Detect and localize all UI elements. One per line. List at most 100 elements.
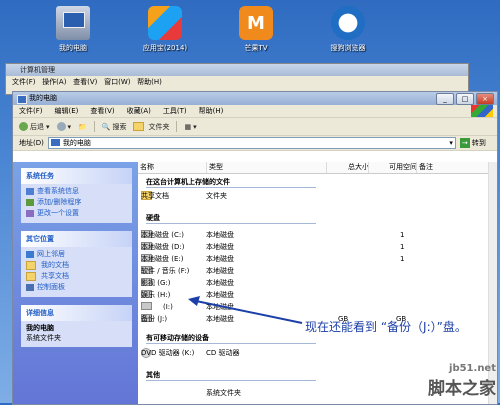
back-arrow-icon	[19, 122, 28, 131]
panel-title[interactable]: 系统任务	[21, 168, 132, 184]
group-header-hard-drives: 硬盘	[146, 214, 160, 222]
group-divider	[146, 187, 316, 188]
annotation-text: 现在还能看到 “备份（J:）”盘。	[305, 320, 467, 334]
drive-row[interactable]: 本地磁盘 (E:) 本地磁盘 1	[138, 254, 497, 264]
column-type[interactable]: 类型	[206, 162, 327, 173]
views-button[interactable]: ▦ ▾	[184, 123, 196, 131]
menu-view[interactable]: 查看(V)	[73, 78, 97, 86]
column-free-space[interactable]: 可用空间	[368, 162, 417, 173]
chevron-down-icon: ▾	[67, 122, 72, 131]
content-area: 系统任务 查看系统信息 添加/删除程序 更改一个设置 其它位置 网上邻居 我的文…	[13, 162, 497, 404]
separator	[93, 121, 95, 132]
list-item[interactable]: 共享文档 文件夹	[138, 191, 497, 201]
back-button[interactable]: 后退 ▾	[19, 122, 50, 132]
column-name[interactable]: 名称	[138, 162, 206, 173]
maximize-button[interactable]: □	[456, 93, 474, 105]
column-comments[interactable]: 备注	[416, 162, 479, 173]
settings-icon	[26, 210, 34, 217]
drive-row[interactable]: (I:) 本地磁盘	[138, 302, 497, 312]
separator	[176, 121, 178, 132]
menu-tools[interactable]: 工具(T)	[163, 105, 187, 117]
group-divider	[146, 223, 316, 224]
place-network[interactable]: 网上邻居	[26, 249, 127, 260]
folder-up-icon: 📁	[78, 122, 87, 131]
search-button[interactable]: 🔍 搜索	[102, 122, 127, 132]
task-pane: 系统任务 查看系统信息 添加/删除程序 更改一个设置 其它位置 网上邻居 我的文…	[13, 162, 138, 404]
mango-tv-icon	[239, 6, 273, 40]
drive-row[interactable]: 娱乐 (H:) 本地磁盘	[138, 290, 497, 300]
place-my-documents[interactable]: 我的文档	[26, 260, 127, 271]
task-add-remove-programs[interactable]: 添加/删除程序	[26, 197, 127, 208]
programs-icon	[26, 199, 34, 206]
group-header-removable: 有可移动存储的设备	[146, 334, 209, 342]
computer-icon	[17, 95, 27, 104]
menu-window[interactable]: 窗口(W)	[104, 78, 130, 86]
close-button[interactable]: ×	[476, 93, 494, 105]
address-label: 地址(D)	[19, 139, 44, 147]
computer-icon	[56, 6, 90, 40]
search-icon: 🔍	[101, 122, 111, 131]
title-bar[interactable]: 我的电脑 _ □ ×	[13, 92, 497, 105]
task-change-setting[interactable]: 更改一个设置	[26, 208, 127, 219]
menu-view[interactable]: 查看(V)	[90, 105, 114, 117]
address-input[interactable]: 我的电脑 ▾	[47, 137, 456, 149]
folder-icon	[26, 261, 36, 270]
group-divider	[146, 380, 316, 381]
network-icon	[26, 251, 34, 258]
column-header-row: 名称 类型 总大小 可用空间 备注	[138, 162, 497, 174]
drive-row[interactable]: 影视 (G:) 本地磁盘	[138, 278, 497, 288]
desktop-icon-app-store[interactable]: 应用宝(2014)	[130, 6, 200, 53]
drive-row[interactable]: 本地磁盘 (D:) 本地磁盘 1	[138, 242, 497, 252]
menu-file[interactable]: 文件(F)	[12, 78, 36, 86]
group-header-stored: 在这台计算机上存储的文件	[146, 178, 230, 186]
system-tasks-panel: 系统任务 查看系统信息 添加/删除程序 更改一个设置	[21, 168, 132, 223]
info-icon	[26, 188, 34, 195]
menubar: 文件(F) 编辑(E) 查看(V) 收藏(A) 工具(T) 帮助(H)	[13, 105, 497, 118]
menu-help[interactable]: 帮助(H)	[137, 78, 162, 86]
folder-icon	[133, 122, 145, 131]
go-button[interactable]: → 转到	[459, 138, 486, 148]
menubar: 文件(F) 操作(A) 查看(V) 窗口(W) 帮助(H)	[6, 76, 468, 88]
up-button[interactable]: 📁	[78, 123, 87, 131]
menu-help[interactable]: 帮助(H)	[199, 105, 224, 117]
toolbar: 后退 ▾ ▾ 📁 🔍 搜索 文件夹 ▦ ▾	[13, 118, 497, 136]
place-control-panel[interactable]: 控制面板	[26, 282, 127, 293]
my-computer-window[interactable]: 我的电脑 _ □ × 文件(F) 编辑(E) 查看(V) 收藏(A) 工具(T)…	[12, 91, 498, 405]
desktop-icon-mango-tv[interactable]: 芒果TV	[221, 6, 291, 53]
other-places-panel: 其它位置 网上邻居 我的文档 共享文档 控制面板	[21, 231, 132, 297]
view-icon: ▦	[184, 122, 192, 131]
folder-icon	[26, 272, 36, 281]
chevron-down-icon: ▾	[46, 122, 50, 131]
windows-logo-icon	[471, 105, 493, 117]
app-store-icon	[148, 6, 182, 40]
panel-title[interactable]: 其它位置	[21, 231, 132, 247]
menu-action[interactable]: 操作(A)	[42, 78, 66, 86]
sogou-browser-icon	[331, 6, 365, 40]
drive-row[interactable]: DVD 驱动器 (K:) CD 驱动器	[138, 348, 497, 358]
control-panel-icon	[26, 284, 34, 291]
desktop-icon-sogou-browser[interactable]: 搜狗浏览器	[313, 6, 383, 53]
desktop: 我的电脑 应用宝(2014) 芒果TV 搜狗浏览器	[0, 0, 500, 62]
menu-edit[interactable]: 编辑(E)	[55, 105, 79, 117]
place-shared-documents[interactable]: 共享文档	[26, 271, 127, 282]
menu-favorites[interactable]: 收藏(A)	[127, 105, 151, 117]
column-total-size[interactable]: 总大小	[326, 162, 369, 173]
group-divider	[146, 343, 316, 344]
desktop-icon-my-computer[interactable]: 我的电脑	[38, 6, 108, 53]
task-view-system-info[interactable]: 查看系统信息	[26, 186, 127, 197]
details-subtitle: 系统文件夹	[26, 334, 61, 342]
chevron-down-icon: ▾	[193, 122, 197, 131]
panel-title[interactable]: 详细信息	[21, 305, 132, 321]
folders-button[interactable]: 文件夹	[133, 122, 169, 132]
minimize-button[interactable]: _	[436, 93, 454, 105]
forward-arrow-icon	[56, 122, 66, 131]
drive-row[interactable]: 本地磁盘 (C:) 本地磁盘 1	[138, 230, 497, 240]
menu-file[interactable]: 文件(F)	[19, 105, 43, 117]
watermark: jb51.net 脚本之家	[428, 363, 496, 399]
details-panel: 详细信息 我的电脑 系统文件夹	[21, 305, 132, 347]
details-name: 我的电脑	[26, 324, 54, 332]
chevron-down-icon[interactable]: ▾	[449, 138, 453, 148]
forward-button[interactable]: ▾	[56, 122, 72, 131]
drive-row[interactable]: 软件 / 音乐 (F:) 本地磁盘	[138, 266, 497, 276]
window-title: 我的电脑	[29, 94, 57, 102]
